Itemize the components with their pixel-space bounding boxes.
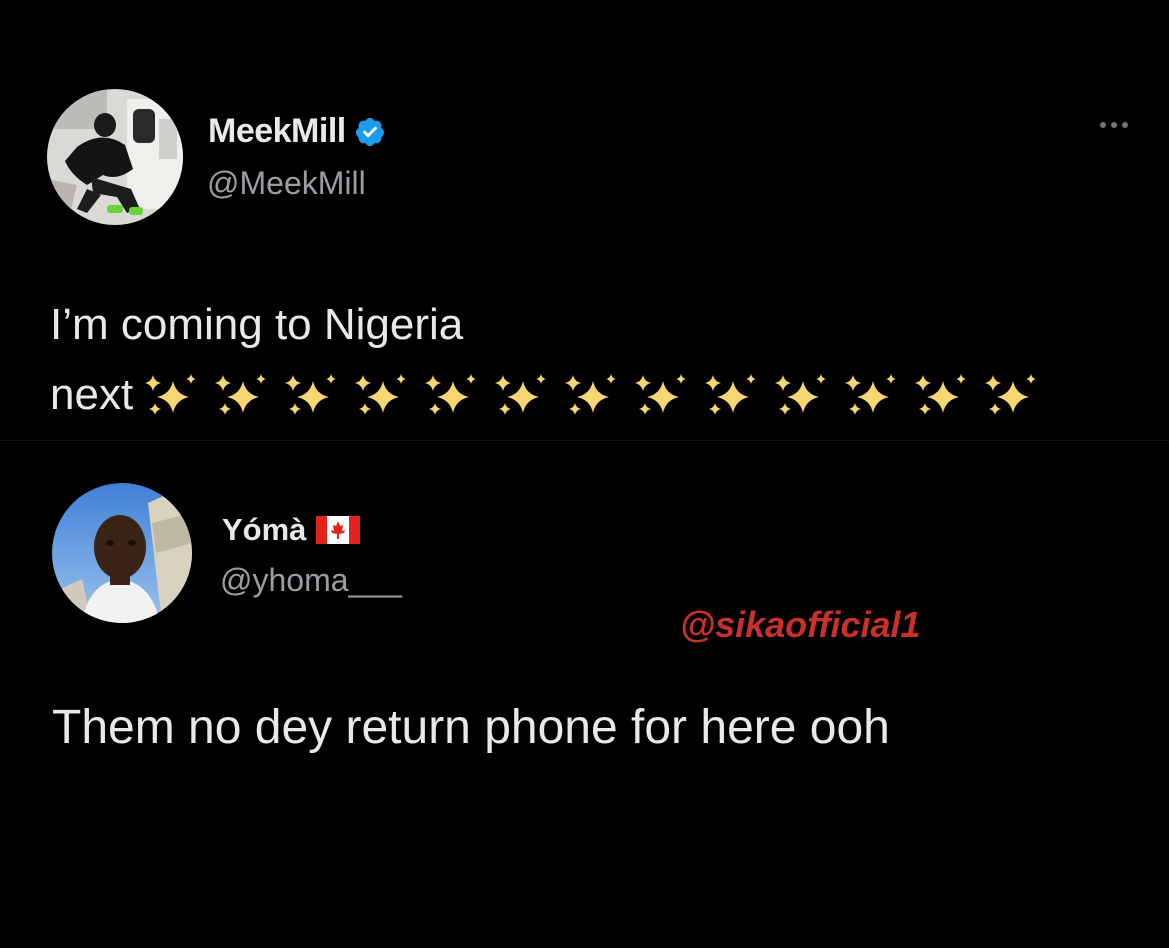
sparkle-icon xyxy=(495,374,547,415)
more-options-icon[interactable] xyxy=(1100,122,1128,128)
sparkle-icon xyxy=(705,374,757,415)
sparkles-emoji-group xyxy=(139,371,1043,419)
sparkle-icon xyxy=(425,374,477,415)
sparkle-icon xyxy=(565,374,617,415)
tweet-text-line-1: I’m coming to Nigeria xyxy=(50,300,464,349)
canada-flag-icon xyxy=(316,516,361,544)
sparkle-icon xyxy=(635,374,687,415)
verified-badge-icon xyxy=(354,116,386,148)
sparkle-icon xyxy=(915,374,967,415)
tweet-text: Them no dey return phone for here ooh xyxy=(52,701,890,754)
display-name[interactable]: MeekMill xyxy=(208,112,346,151)
avatar[interactable] xyxy=(47,89,183,225)
sparkle-icon xyxy=(215,374,267,415)
author-handle[interactable]: @MeekMill xyxy=(207,165,366,202)
author-name-row: Yómà xyxy=(222,512,361,548)
tweet-text-word: next xyxy=(50,370,134,419)
sparkle-icon xyxy=(985,374,1037,415)
tweet-main[interactable]: MeekMill @MeekMill I’m coming to Nigeria… xyxy=(0,0,1169,440)
sparkle-icon xyxy=(145,374,197,415)
sparkle-icon xyxy=(775,374,827,415)
display-name[interactable]: Yómà xyxy=(222,512,306,548)
tweet-text-line-2: next xyxy=(50,370,1043,420)
sparkle-icon xyxy=(285,374,337,415)
sparkle-icon xyxy=(845,374,897,415)
watermark: @sikaofficial1 xyxy=(680,604,921,645)
divider xyxy=(0,440,1169,441)
author-handle[interactable]: @yhoma___ xyxy=(220,562,402,599)
avatar[interactable] xyxy=(52,483,192,623)
sparkle-icon xyxy=(355,374,407,415)
author-name-row: MeekMill xyxy=(208,112,386,151)
